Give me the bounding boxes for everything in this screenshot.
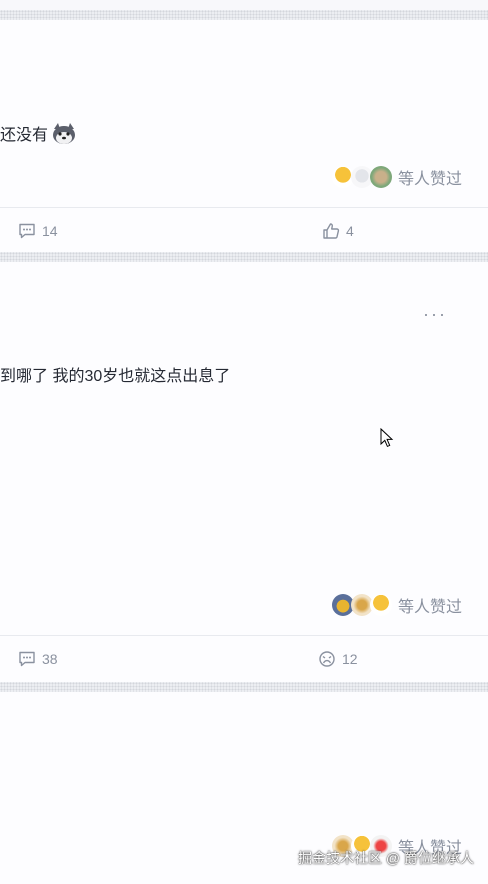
feed-separator [0,682,488,692]
card-divider [0,207,488,208]
reaction-face-icon [319,651,335,667]
post-card: ··· 到哪了 我的30岁也就这点出息了 等人赞过 38 12 [0,262,488,682]
post-text: 到哪了 我的30岁也就这点出息了 [0,368,231,385]
liked-by[interactable]: 等人赞过 [331,164,462,190]
reaction-button[interactable]: 12 [318,650,358,668]
comment-button[interactable]: 38 [18,650,58,668]
avatar [369,166,392,188]
thumbs-up-icon [323,223,340,239]
post-card: 还没有 等人赞过 14 4 [0,20,488,252]
card-divider [0,635,488,636]
comment-button[interactable]: 14 [18,222,58,240]
watermark: 掘金技术社区 @ 爵位继承人 [298,850,474,866]
liker-avatars [331,166,392,188]
post-content[interactable]: 到哪了 我的30岁也就这点出息了 [0,366,230,388]
liker-avatars [331,594,392,616]
post-content[interactable]: 还没有 [0,123,76,152]
comment-icon [19,651,35,667]
mouse-pointer-icon [380,428,394,448]
like-count: 4 [346,223,354,239]
reaction-count: 12 [342,651,358,667]
more-options-button[interactable]: ··· [423,304,447,325]
post-text: 还没有 [0,127,49,144]
comment-count: 38 [42,651,58,667]
liked-by[interactable]: 等人赞过 [331,592,462,618]
likes-text: 等人赞过 [397,599,462,616]
feed-separator [0,252,488,262]
like-button[interactable]: 4 [322,222,354,240]
feed-separator [0,10,488,20]
husky-emoji-icon [52,123,76,152]
comment-icon [19,223,35,239]
avatar [369,594,392,616]
likes-text: 等人赞过 [397,171,462,188]
comment-count: 14 [42,223,58,239]
